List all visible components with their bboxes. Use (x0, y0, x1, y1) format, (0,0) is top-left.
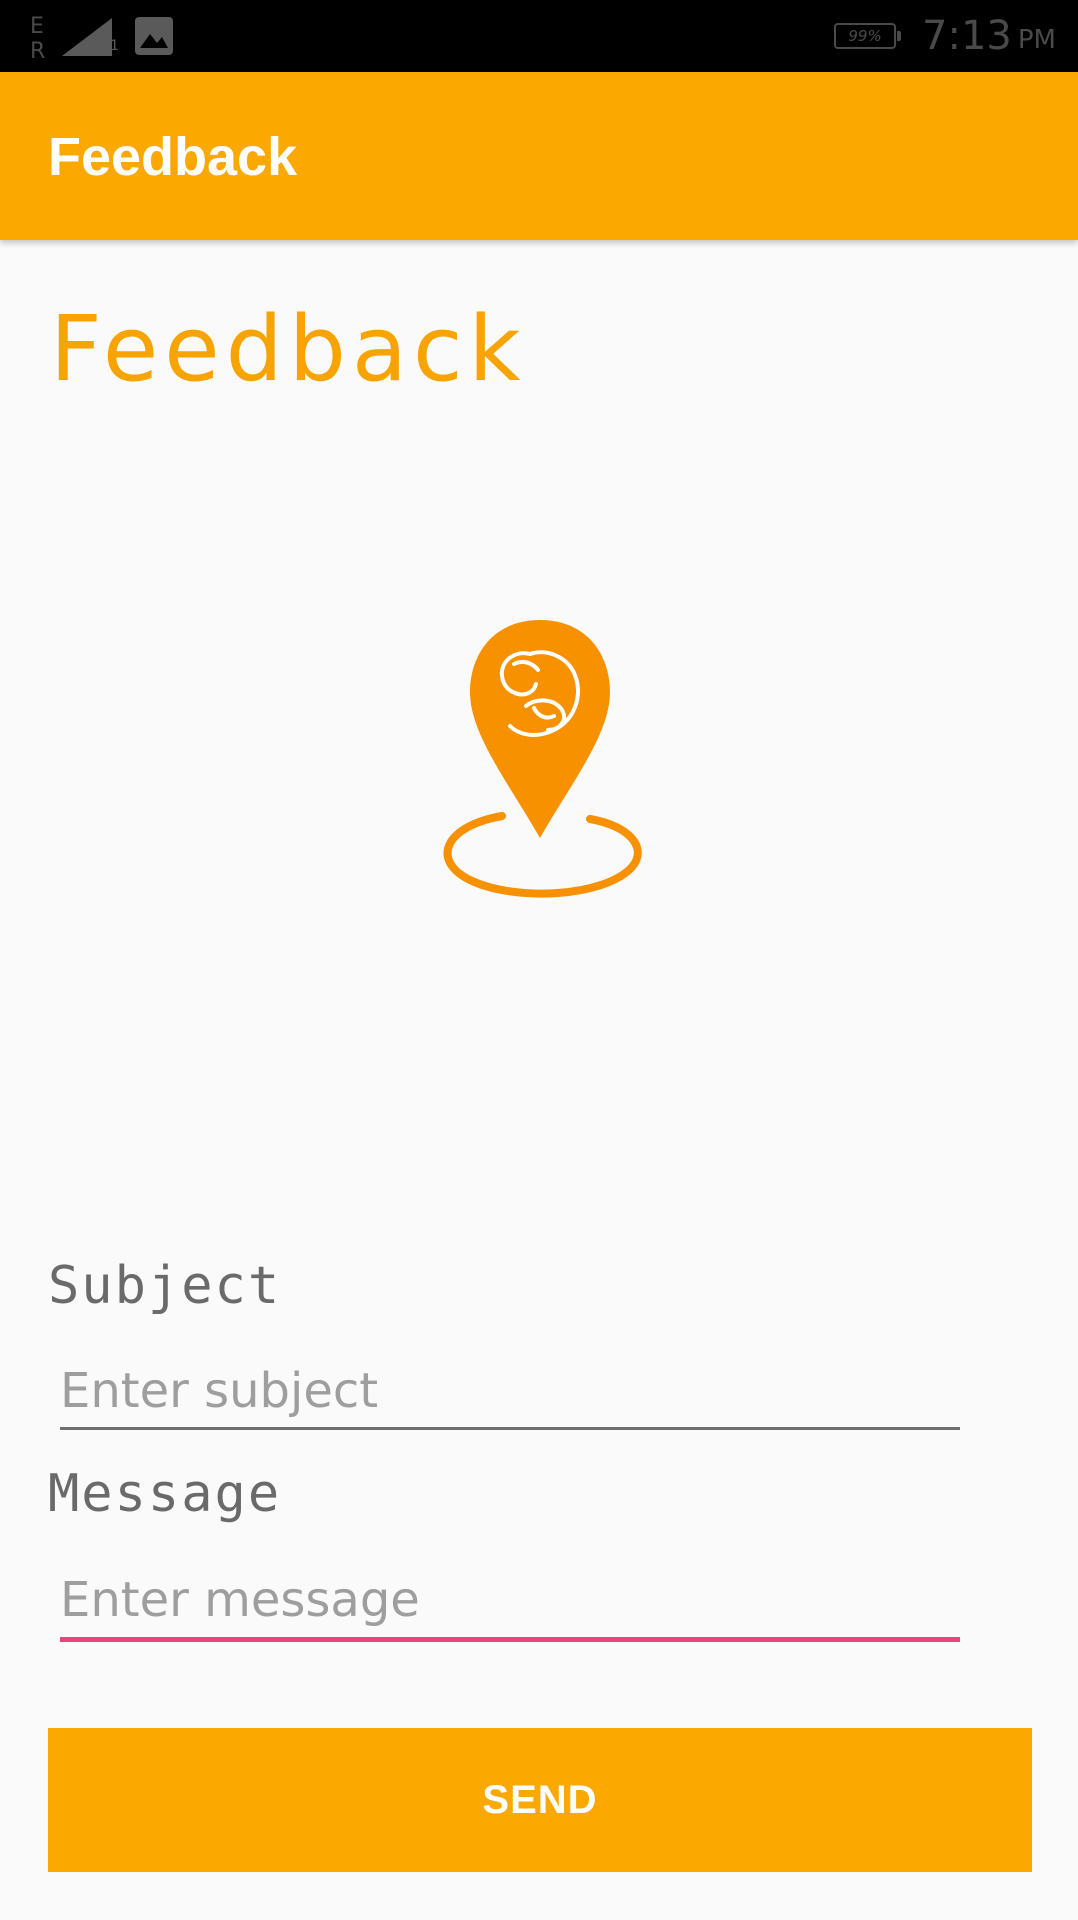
signal-icon (58, 16, 116, 63)
image-notification-icon (134, 16, 174, 61)
network-type-label: E R (30, 14, 48, 64)
send-button[interactable]: SEND (48, 1728, 1032, 1872)
message-input[interactable] (60, 1562, 960, 1642)
battery-icon: 99% (834, 23, 902, 49)
app-bar: Feedback (0, 72, 1078, 240)
clock-ampm: PM (1017, 25, 1056, 55)
subject-label: Subject (48, 1256, 282, 1316)
subject-input[interactable] (60, 1354, 960, 1430)
status-right: 99% 7:13 PM (834, 10, 1056, 62)
page-heading: Feedback (50, 297, 527, 402)
app-bar-title: Feedback (48, 127, 298, 187)
battery-percent: 99% (848, 27, 882, 45)
clock-time: 7:13 (922, 13, 1012, 59)
mother-baby-location-pin-logo (430, 612, 650, 902)
message-label: Message (48, 1464, 282, 1524)
sim-slot-label: 1 (110, 38, 119, 54)
status-bar: E R 1 99% 7:13 PM (0, 0, 1078, 72)
